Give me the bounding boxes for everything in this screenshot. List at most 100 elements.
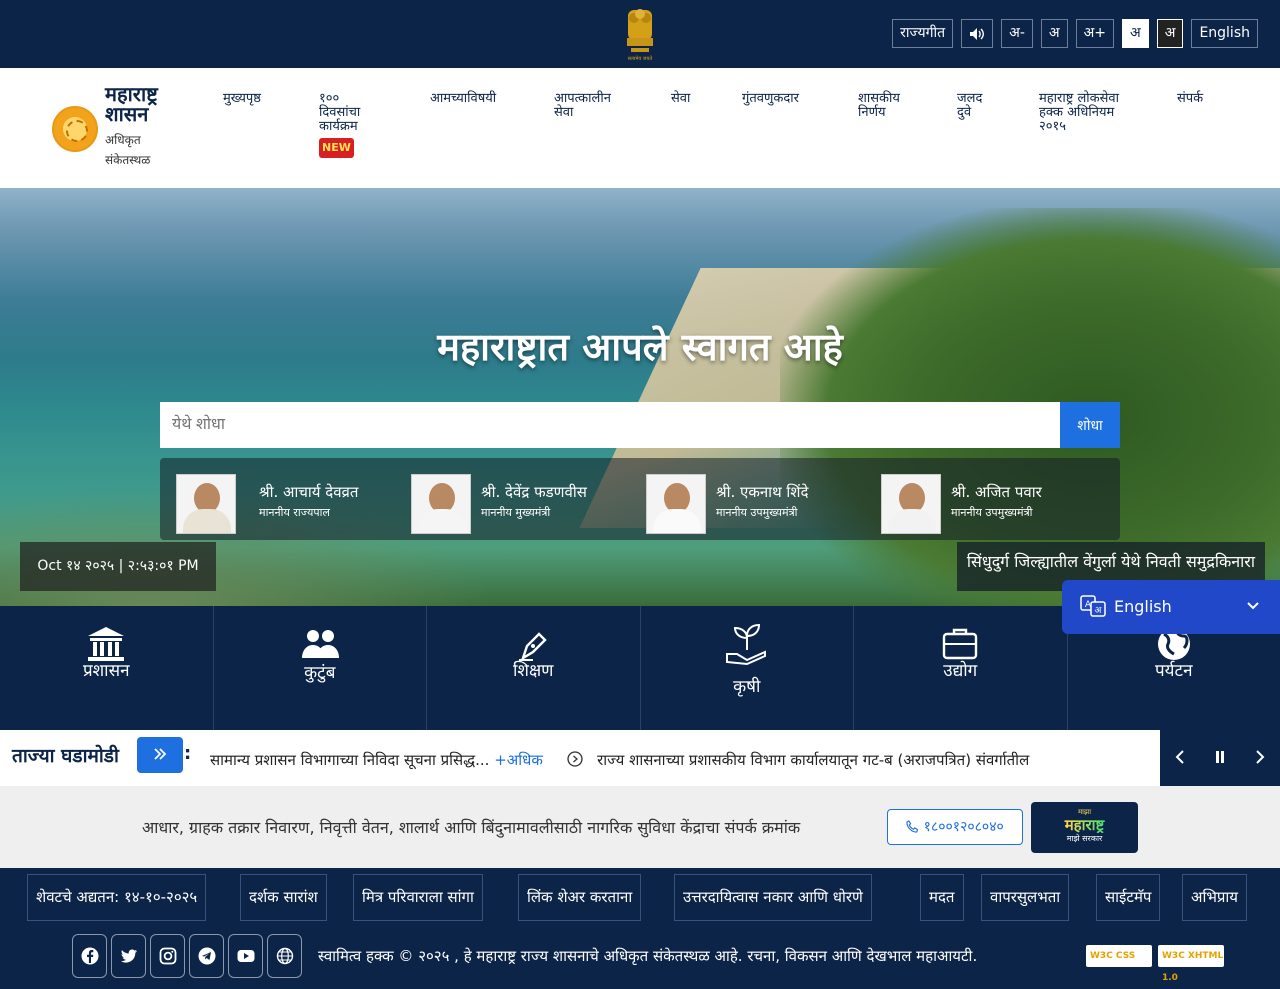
pause-icon — [1216, 751, 1224, 763]
svg-text:अ: अ — [1095, 606, 1103, 616]
category-industry[interactable]: उद्योग — [854, 606, 1068, 730]
w3c-css-badge[interactable]: W3C CSS — [1086, 945, 1152, 967]
news-item[interactable]: सामान्य प्रशासन विभागाच्या निविदा सूचना … — [210, 751, 489, 769]
aaple-sarkar-logo[interactable]: माझा महाराष्ट्र माझे सरकार — [1031, 802, 1138, 853]
w3c-xhtml-badge-text: W3C XHTML 1.0 — [1162, 951, 1224, 983]
nav-quick-links[interactable]: जलद दुवे — [957, 92, 999, 120]
instagram-link[interactable] — [150, 934, 185, 978]
category-label: कृषी — [733, 677, 761, 697]
leader-role: माननीय मुख्यमंत्री — [481, 506, 551, 519]
date-time-display: Oct १४ २०२५ | २:५३:०१ PM — [20, 542, 216, 591]
category-agriculture[interactable]: कृषी — [641, 606, 854, 730]
footer-link-tell-friends[interactable]: मित्र परिवाराला सांगा — [353, 874, 483, 921]
leader-photo — [176, 474, 236, 534]
dark-contrast-button[interactable]: अ — [1156, 19, 1184, 48]
category-education[interactable]: शिक्षण — [427, 606, 641, 730]
news-item[interactable]: राज्य शासनाच्या प्रशासकीय विभाग कार्यालय… — [597, 751, 1029, 769]
top-bar: सत्यमेव जयते राज्यगीत अ- अ अ+ अ अ Englis… — [0, 0, 1280, 68]
news-title: ताज्या घडामोडी — [12, 745, 119, 767]
news-ticker-bar: ताज्या घडामोडी : सामान्य प्रशासन विभागाच… — [0, 730, 1280, 786]
nav-emergency-services[interactable]: आपत्कालीन सेवा — [554, 92, 628, 120]
category-family[interactable]: कुटुंब — [214, 606, 427, 730]
twitter-link[interactable] — [111, 934, 146, 978]
footer-link-feedback[interactable]: अभिप्राय — [1182, 874, 1248, 921]
nav-public-service-act[interactable]: महाराष्ट्र लोकसेवा हक्क अधिनियम २०१५ — [1039, 92, 1135, 134]
news-more-link[interactable]: +अधिक — [494, 751, 543, 769]
font-normal-button[interactable]: अ — [1040, 19, 1068, 48]
font-increase-button[interactable]: अ+ — [1075, 19, 1115, 48]
anthem-button[interactable]: राज्यगीत — [892, 19, 954, 48]
phone-icon — [906, 820, 919, 833]
telegram-icon — [198, 947, 215, 965]
leaders-panel: श्री. आचार्य देवव्रत माननीय राज्यपाल श्र… — [160, 458, 1120, 540]
leader-role: माननीय उपमुख्यमंत्री — [716, 506, 798, 519]
leader-photo — [411, 474, 471, 534]
category-label: पर्यटन — [1154, 661, 1193, 681]
category-administration[interactable]: प्रशासन — [0, 606, 214, 730]
welcome-heading: महाराष्ट्रात आपले स्वागत आहे — [437, 325, 843, 369]
logo-top-text: माझा — [1077, 808, 1092, 816]
footer-links: शेवटचे अद्यतन: १४-१०-२०२५ दर्शक सारांश म… — [0, 868, 1280, 926]
svg-text:A: A — [1085, 600, 1092, 610]
copyright-text: स्वामित्व हक्क © २०२५ , हे महाराष्ट्र रा… — [318, 947, 978, 965]
leader-name: श्री. आचार्य देवव्रत — [259, 483, 359, 501]
category-label: उद्योग — [943, 661, 978, 681]
translate-icon: A अ — [1080, 595, 1106, 617]
font-decrease-button[interactable]: अ- — [1001, 19, 1033, 48]
site-subtitle: अधिकृत संकेतस्थळ — [105, 133, 151, 167]
category-label: शिक्षण — [513, 661, 554, 681]
nav-about[interactable]: आमच्याविषयी — [430, 92, 520, 106]
hero-banner: महाराष्ट्रात आपले स्वागत आहे शोधा श्री. … — [0, 188, 1280, 606]
globe-icon — [276, 947, 293, 965]
footer-link-visitor-summary[interactable]: दर्शक सारांश — [240, 874, 327, 921]
news-colon: : — [184, 743, 192, 764]
telegram-link[interactable] — [189, 934, 224, 978]
chevron-left-icon — [1175, 750, 1184, 764]
nav-100-days-label: १०० दिवसांचा कार्यक्रम — [319, 91, 361, 134]
language-selector-value: English — [1114, 597, 1172, 616]
leader-name: श्री. देवेंद्र फडणवीस — [481, 483, 587, 501]
nav-home[interactable]: मुख्यपृष्ठ — [223, 92, 283, 106]
news-open-button[interactable] — [137, 737, 183, 773]
copyright-bar: स्वामित्व हक्क © २०२५ , हे महाराष्ट्र रा… — [0, 926, 1280, 989]
language-selector[interactable]: A अ English — [1062, 580, 1280, 634]
helpline-phone-button[interactable]: १८००१२०८०४० — [887, 809, 1023, 845]
search-button[interactable]: शोधा — [1060, 402, 1120, 448]
news-prev-button[interactable] — [1160, 730, 1200, 786]
nav-government-resolutions[interactable]: शासकीय निर्णय — [858, 92, 918, 120]
maharashtra-seal-icon[interactable] — [52, 106, 98, 152]
nav-contact[interactable]: संपर्क — [1177, 92, 1227, 106]
helpline-text: आधार, ग्राहक तक्रार निवारण, निवृत्ती वेत… — [142, 818, 801, 837]
news-next-button[interactable] — [1240, 730, 1280, 786]
nav-services[interactable]: सेवा — [671, 92, 711, 106]
w3c-xhtml-badge[interactable]: W3C XHTML 1.0 — [1158, 945, 1224, 983]
news-controls — [1160, 730, 1280, 786]
footer-link-sitemap[interactable]: साईटमॅप — [1096, 874, 1161, 921]
site-title[interactable]: महाराष्ट्र शासन — [105, 84, 195, 124]
speaker-icon — [970, 27, 985, 40]
footer-link-disclaimer[interactable]: उत्तरदायित्वास नकार आणि धोरणे — [674, 874, 872, 921]
nav-100-days[interactable]: १०० दिवसांचा कार्यक्रम NEW — [319, 92, 381, 158]
leader-photo — [881, 474, 941, 534]
national-emblem-icon: सत्यमेव जयते — [627, 9, 653, 62]
leader-photo — [646, 474, 706, 534]
new-badge: NEW — [319, 138, 354, 158]
youtube-link[interactable] — [228, 934, 263, 978]
play-circle-icon — [567, 751, 583, 767]
light-contrast-button[interactable]: अ — [1122, 19, 1149, 48]
news-pause-button[interactable] — [1200, 730, 1240, 786]
footer-link-link-sharing[interactable]: लिंक शेअर करताना — [518, 874, 642, 921]
twitter-icon — [120, 949, 137, 963]
family-icon — [301, 630, 339, 658]
screen-reader-button[interactable] — [961, 19, 994, 48]
english-language-button[interactable]: English — [1191, 19, 1258, 48]
logo-main-text: महाराष्ट्र — [1031, 817, 1138, 833]
site-header: महाराष्ट्र शासन अधिकृत संकेतस्थळ मुख्यपृ… — [0, 68, 1280, 188]
footer-link-help[interactable]: मदत — [920, 874, 964, 921]
news-ticker: सामान्य प्रशासन विभागाच्या निविदा सूचना … — [210, 750, 1160, 770]
facebook-link[interactable] — [72, 934, 107, 978]
nav-investors[interactable]: गुंतवणुकदार — [742, 92, 822, 106]
footer-link-accessibility[interactable]: वापरसुलभता — [981, 874, 1070, 921]
website-link[interactable] — [267, 934, 302, 978]
search-input[interactable] — [160, 402, 1060, 448]
